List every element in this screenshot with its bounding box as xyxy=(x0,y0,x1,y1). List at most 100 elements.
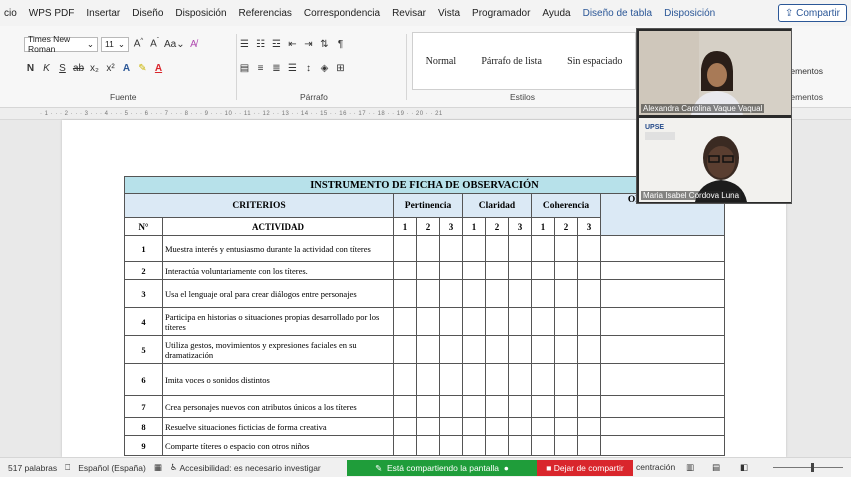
tab-ayuda[interactable]: Ayuda xyxy=(542,8,570,19)
score-cell[interactable] xyxy=(416,235,440,262)
language-status[interactable]: Español (España) xyxy=(78,463,146,473)
score-cell[interactable] xyxy=(554,335,578,364)
stop-sharing-button[interactable]: ■ Dejar de compartir xyxy=(537,460,633,476)
numbering-icon[interactable]: ☷ xyxy=(254,39,267,50)
score-cell[interactable] xyxy=(508,395,532,418)
score-cell[interactable] xyxy=(508,307,532,336)
observation-cell[interactable] xyxy=(600,235,725,262)
align-left-icon[interactable]: ▤ xyxy=(238,63,251,74)
score-cell[interactable] xyxy=(393,235,417,262)
score-cell[interactable] xyxy=(554,395,578,418)
observation-cell[interactable] xyxy=(600,417,725,436)
score-cell[interactable] xyxy=(439,279,463,308)
observation-cell[interactable] xyxy=(600,279,725,308)
score-cell[interactable] xyxy=(393,279,417,308)
score-cell[interactable] xyxy=(577,417,601,436)
score-cell[interactable] xyxy=(416,363,440,396)
subscript-icon[interactable]: x₂ xyxy=(88,63,101,74)
tab-disposicion[interactable]: Disposición xyxy=(175,8,226,19)
tab-inicio[interactable]: cio xyxy=(4,8,17,19)
score-cell[interactable] xyxy=(439,235,463,262)
tab-disposicion-tabla[interactable]: Disposición xyxy=(664,8,715,19)
score-cell[interactable] xyxy=(577,335,601,364)
score-cell[interactable] xyxy=(462,363,486,396)
score-cell[interactable] xyxy=(554,363,578,396)
elements-button-label[interactable]: ementos xyxy=(790,66,823,76)
multilevel-list-icon[interactable]: ☲ xyxy=(270,39,283,50)
score-cell[interactable] xyxy=(485,307,509,336)
tab-insertar[interactable]: Insertar xyxy=(86,8,120,19)
score-cell[interactable] xyxy=(462,279,486,308)
observation-cell[interactable] xyxy=(600,435,725,456)
score-cell[interactable] xyxy=(485,395,509,418)
tab-diseno[interactable]: Diseño xyxy=(132,8,163,19)
score-cell[interactable] xyxy=(439,335,463,364)
score-cell[interactable] xyxy=(439,363,463,396)
score-cell[interactable] xyxy=(577,235,601,262)
web-layout-icon[interactable]: ◧ xyxy=(740,462,748,473)
focus-mode[interactable]: centración xyxy=(636,462,675,472)
tab-revisar[interactable]: Revisar xyxy=(392,8,426,19)
tab-programador[interactable]: Programador xyxy=(472,8,530,19)
score-cell[interactable] xyxy=(554,417,578,436)
score-cell[interactable] xyxy=(531,235,555,262)
score-cell[interactable] xyxy=(508,261,532,280)
score-cell[interactable] xyxy=(416,261,440,280)
score-cell[interactable] xyxy=(393,435,417,456)
align-right-icon[interactable]: ≣ xyxy=(270,63,283,74)
borders-icon[interactable]: ⊞ xyxy=(334,63,347,74)
score-cell[interactable] xyxy=(531,335,555,364)
score-cell[interactable] xyxy=(508,417,532,436)
score-cell[interactable] xyxy=(508,335,532,364)
score-cell[interactable] xyxy=(554,279,578,308)
score-cell[interactable] xyxy=(577,261,601,280)
score-cell[interactable] xyxy=(485,417,509,436)
video-call-panel[interactable]: Alexandra Carolina Vaque Vaqual UPSE Mar… xyxy=(636,28,792,204)
score-cell[interactable] xyxy=(508,235,532,262)
strikethrough-icon[interactable]: ab xyxy=(72,63,85,74)
score-cell[interactable] xyxy=(393,363,417,396)
increase-indent-icon[interactable]: ⇥ xyxy=(302,39,315,50)
zoom-slider[interactable] xyxy=(773,463,843,472)
accessibility-status[interactable]: Accesibilidad: es necesario investigar xyxy=(180,463,321,473)
score-cell[interactable] xyxy=(485,363,509,396)
score-cell[interactable] xyxy=(462,417,486,436)
score-cell[interactable] xyxy=(416,279,440,308)
style-parrafo-de-lista[interactable]: Párrafo de lista xyxy=(481,56,542,67)
video-tile[interactable]: Alexandra Carolina Vaque Vaqual xyxy=(639,31,791,115)
score-cell[interactable] xyxy=(508,279,532,308)
score-cell[interactable] xyxy=(439,307,463,336)
style-sin-espaciado[interactable]: Sin espaciado xyxy=(567,56,622,67)
score-cell[interactable] xyxy=(577,435,601,456)
score-cell[interactable] xyxy=(485,335,509,364)
score-cell[interactable] xyxy=(554,235,578,262)
style-normal[interactable]: Normal xyxy=(426,56,457,67)
text-effects-icon[interactable]: A xyxy=(120,63,133,74)
font-color-icon[interactable]: A xyxy=(152,63,165,74)
tab-wps-pdf[interactable]: WPS PDF xyxy=(29,8,75,19)
score-cell[interactable] xyxy=(462,235,486,262)
score-cell[interactable] xyxy=(439,435,463,456)
tab-referencias[interactable]: Referencias xyxy=(239,8,292,19)
score-cell[interactable] xyxy=(485,235,509,262)
score-cell[interactable] xyxy=(485,261,509,280)
change-case-icon[interactable]: Aa⌄ xyxy=(164,39,185,50)
score-cell[interactable] xyxy=(531,417,555,436)
score-cell[interactable] xyxy=(508,435,532,456)
pilcrow-icon[interactable]: ¶ xyxy=(334,39,347,50)
observation-cell[interactable] xyxy=(600,395,725,418)
score-cell[interactable] xyxy=(393,417,417,436)
grow-font-icon[interactable]: A^ xyxy=(132,38,145,49)
score-cell[interactable] xyxy=(462,307,486,336)
score-cell[interactable] xyxy=(393,261,417,280)
italic-icon[interactable]: K xyxy=(40,63,53,74)
score-cell[interactable] xyxy=(531,363,555,396)
bullets-icon[interactable]: ☰ xyxy=(238,39,251,50)
score-cell[interactable] xyxy=(577,279,601,308)
line-spacing-icon[interactable]: ↕ xyxy=(302,63,315,74)
video-tile[interactable]: UPSE Maria Isabel Cordova Luna xyxy=(639,118,791,202)
score-cell[interactable] xyxy=(416,417,440,436)
word-count[interactable]: 517 palabras xyxy=(8,463,57,473)
score-cell[interactable] xyxy=(439,417,463,436)
score-cell[interactable] xyxy=(439,261,463,280)
